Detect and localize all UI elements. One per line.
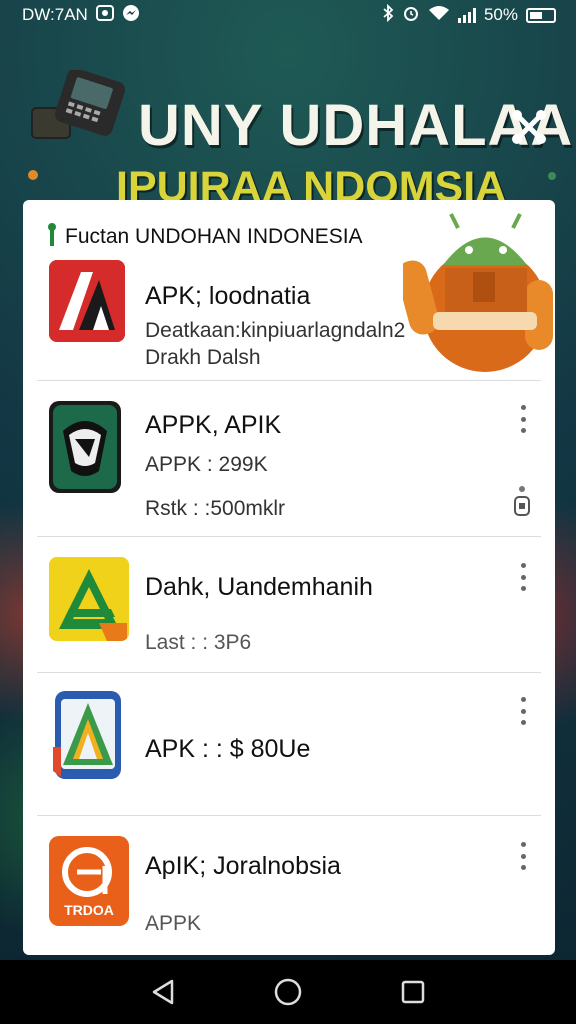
app-name: APK : : $ 80Ue	[145, 735, 311, 763]
signal-icon	[457, 7, 476, 23]
bluetooth-icon	[382, 3, 394, 27]
battery-percent: 50%	[483, 5, 518, 24]
battery-icon	[526, 7, 556, 23]
aa-red-app-icon	[49, 260, 125, 342]
app-detail: APPK	[145, 912, 202, 935]
app-list-card: Fuctan UNDOHAN INDONESIA APK; loodnatia	[23, 200, 555, 955]
header-banner: UNY UDHALAA IPUIRAA NDOMSIA	[0, 40, 576, 211]
app-icon-text: TRDOA	[64, 902, 114, 918]
a-blue-app-icon	[49, 687, 127, 783]
back-button[interactable]	[143, 972, 183, 1012]
lock-icon[interactable]	[513, 485, 531, 522]
orange-app-icon: TRDOA	[49, 836, 129, 926]
app-name: APPK, APIK	[145, 411, 282, 439]
phone-illustration	[30, 68, 126, 140]
more-options-button[interactable]	[515, 563, 531, 591]
recents-icon	[402, 980, 425, 1004]
app-name: Dahk, Uandemhanih	[145, 573, 373, 601]
home-icon	[274, 978, 302, 1006]
more-options-button[interactable]	[515, 842, 531, 870]
card-header: Fuctan UNDOHAN INDONESIA	[45, 222, 363, 252]
decor-dot	[548, 172, 556, 180]
list-item[interactable]: APK; loodnatia Deatkaan:kinpiuarlagndaln…	[23, 258, 555, 380]
card-header-title: Fuctan UNDOHAN INDONESIA	[65, 225, 363, 248]
app-subtitle: Drakh Dalsh	[145, 346, 261, 369]
app-name: ApIK; Joralnobsia	[145, 852, 341, 880]
gallery-icon	[95, 4, 114, 26]
recents-button[interactable]	[393, 972, 433, 1012]
home-button[interactable]	[268, 972, 308, 1012]
app-detail: Rstk : :500mklr	[145, 497, 286, 520]
list-item[interactable]: Dahk, Uandemhanih Last : : 3P6	[23, 537, 555, 672]
app-description: Deatkaan:kinpiuarlagndaln2	[145, 319, 406, 342]
status-bar: DW:7AN 50%	[0, 0, 576, 30]
android-small-icon	[45, 222, 59, 252]
app-size: APPK : 299K	[145, 453, 268, 476]
app-detail: Last : : 3P6	[145, 631, 252, 654]
more-options-button[interactable]	[515, 405, 531, 433]
back-icon	[152, 979, 173, 1005]
shield-phone-app-icon	[49, 401, 121, 493]
status-time: DW:7AN	[22, 5, 88, 24]
list-item[interactable]: TRDOA ApIK; Joralnobsia APPK	[23, 816, 555, 955]
list-item[interactable]: APK : : $ 80Ue	[23, 673, 555, 815]
app-name: APK; loodnatia	[145, 282, 311, 310]
more-options-button[interactable]	[515, 697, 531, 725]
wifi-icon	[428, 5, 450, 26]
list-item[interactable]: APPK, APIK APPK : 299K Rstk : :500mklr	[23, 381, 555, 536]
share-icon	[512, 110, 546, 144]
navigation-bar	[0, 960, 576, 1024]
share-button[interactable]	[503, 98, 555, 156]
alarm-icon	[402, 4, 420, 27]
a-yellow-app-icon	[49, 557, 129, 641]
decor-dot	[28, 170, 38, 180]
messenger-icon	[122, 4, 140, 27]
